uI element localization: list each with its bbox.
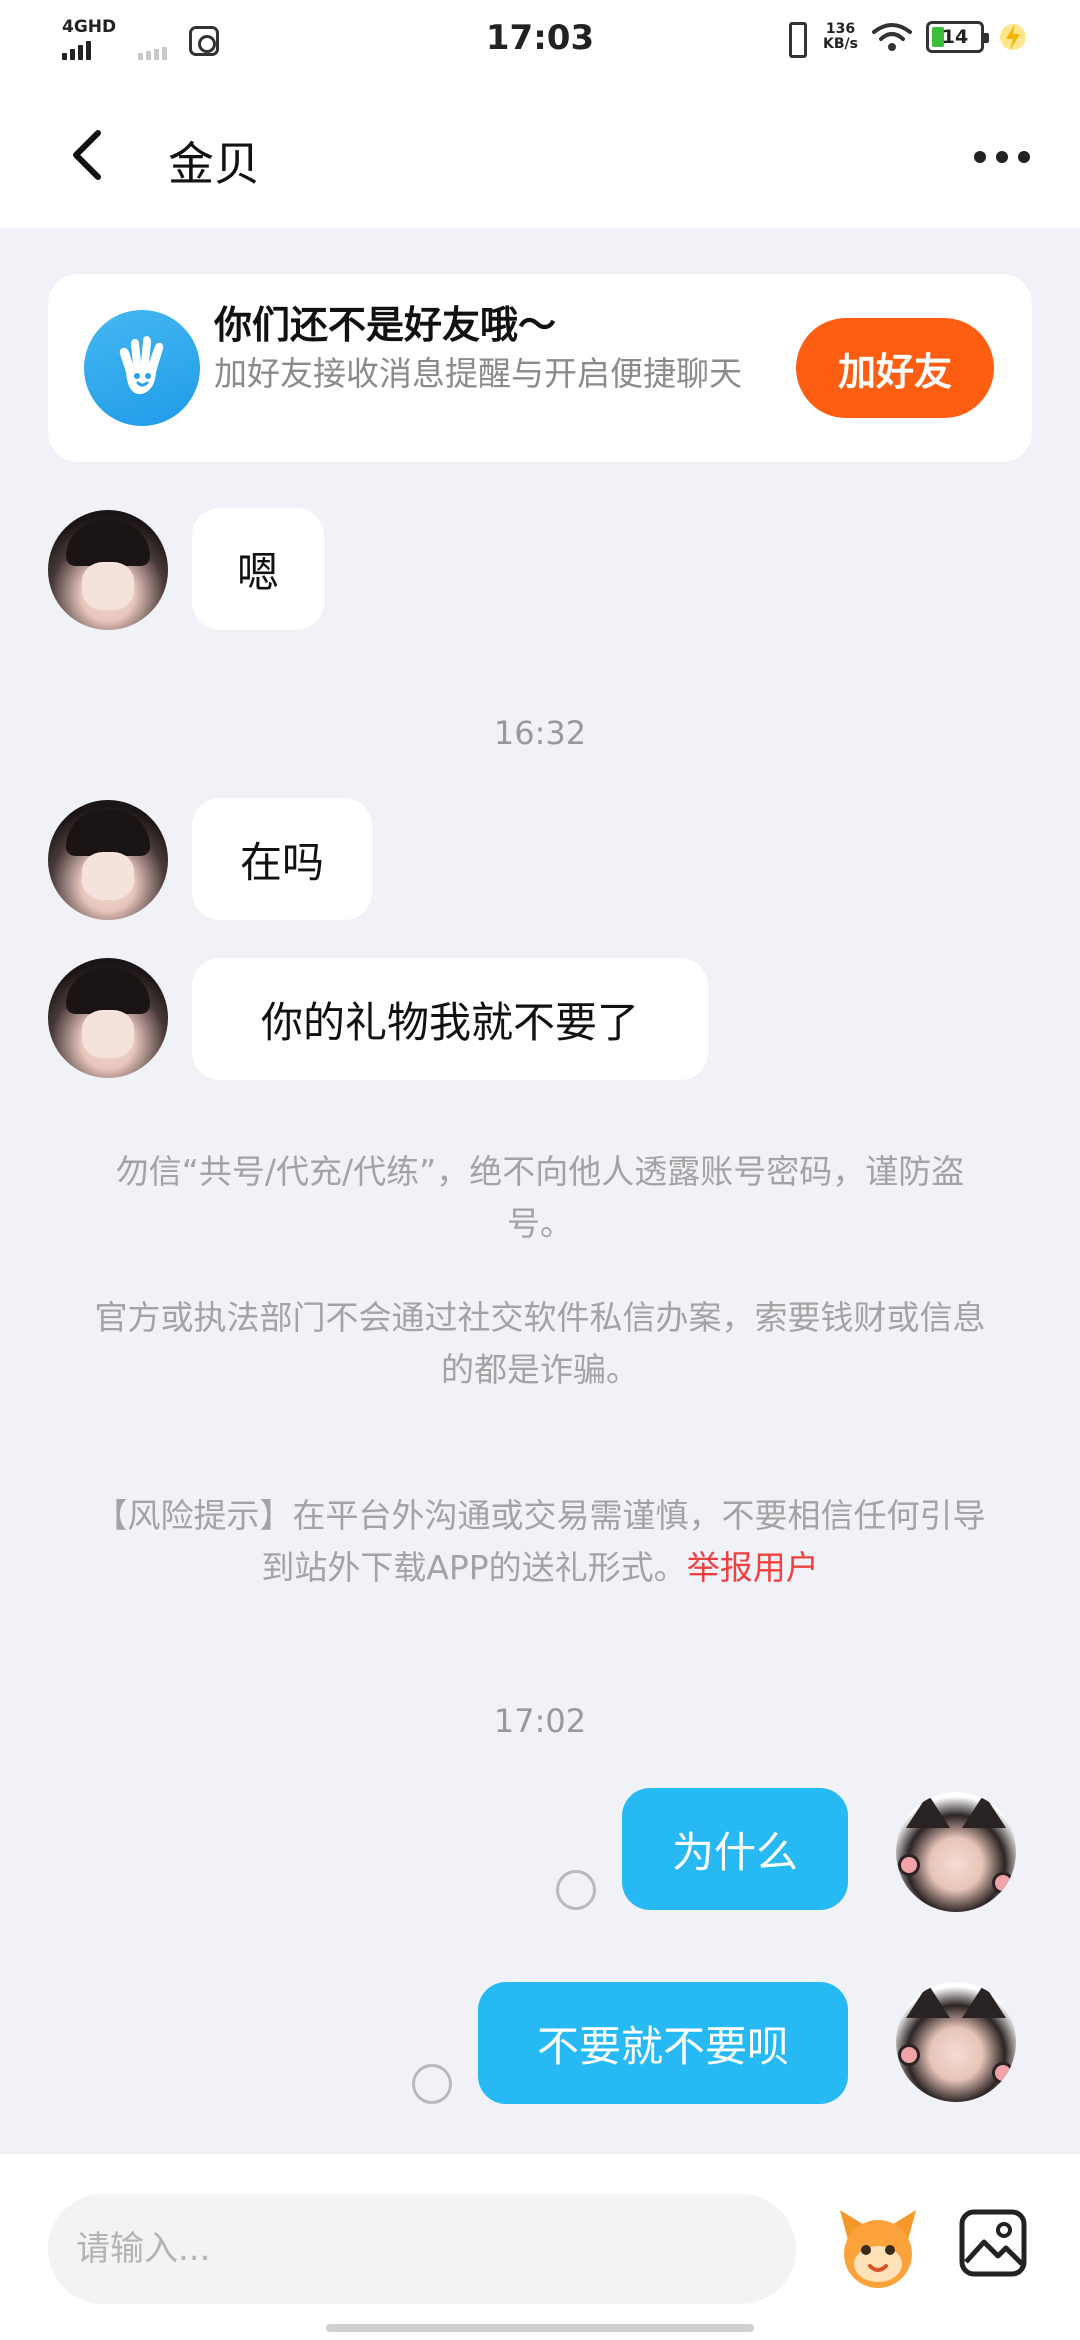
status-bar: 4GHD 17:03 136 KB/s 14	[0, 0, 1080, 82]
paw-decoration	[992, 1872, 1014, 1894]
contact-avatar[interactable]	[48, 800, 168, 920]
friend-banner-subtitle: 加好友接收消息提醒与开启便捷聊天	[214, 354, 742, 393]
message-input[interactable]	[48, 2194, 796, 2304]
friend-banner: 你们还不是好友哦～ 加好友接收消息提醒与开启便捷聊天 加好友	[48, 274, 1032, 462]
my-avatar[interactable]	[896, 1792, 1016, 1912]
paw-decoration	[898, 2044, 920, 2066]
status-right: 136 KB/s 14	[781, 20, 1028, 58]
incoming-message[interactable]: 你的礼物我就不要了	[192, 958, 708, 1080]
paw-decoration	[992, 2062, 1014, 2084]
unread-status-icon	[556, 1870, 596, 1910]
hand-icon	[84, 310, 200, 426]
network-speed: 136 KB/s	[823, 22, 858, 52]
contact-avatar[interactable]	[48, 958, 168, 1078]
battery-icon: 14	[926, 21, 989, 53]
contact-avatar[interactable]	[48, 510, 168, 630]
message-input-bar	[0, 2154, 1080, 2340]
report-user-link[interactable]: 举报用户	[687, 1548, 819, 1587]
back-button[interactable]	[58, 122, 118, 188]
speed-value: 136	[825, 21, 856, 37]
my-avatar[interactable]	[896, 1982, 1016, 2102]
outgoing-message[interactable]: 为什么	[622, 1788, 848, 1910]
safety-notice: 勿信“共号/代充/代练”，绝不向他人透露账号密码，谨防盗号。	[115, 1152, 965, 1243]
risk-notice-text: 【风险提示】在平台外沟通或交易需谨慎，不要相信任何引导到站外下载APP的送礼形式…	[94, 1496, 986, 1587]
page-title: 金贝	[168, 137, 260, 191]
add-friend-button[interactable]: 加好友	[796, 318, 994, 418]
mascot-emoji-icon[interactable]	[830, 2200, 926, 2296]
unread-status-icon	[412, 2064, 452, 2104]
friend-banner-title: 你们还不是好友哦～	[214, 303, 557, 347]
wifi-icon	[872, 23, 912, 51]
charging-icon	[1000, 24, 1026, 50]
more-dots-icon	[974, 151, 986, 163]
incoming-message[interactable]: 嗯	[192, 508, 324, 630]
vibrate-icon	[781, 20, 809, 58]
risk-notice: 【风险提示】在平台外沟通或交易需谨慎，不要相信任何引导到站外下载APP的送礼形式…	[90, 1490, 990, 1594]
safety-notice: 官方或执法部门不会通过社交软件私信办案，索要钱财或信息的都是诈骗。	[94, 1298, 986, 1389]
speed-unit: KB/s	[823, 36, 858, 52]
more-options-button[interactable]	[966, 132, 1038, 182]
incoming-message[interactable]: 在吗	[192, 798, 372, 920]
message-timestamp: 17:02	[493, 1702, 587, 1740]
image-icon[interactable]	[958, 2208, 1028, 2278]
battery-level: 14	[941, 26, 969, 48]
home-indicator[interactable]	[326, 2324, 754, 2332]
paw-decoration	[898, 1854, 920, 1876]
outgoing-message[interactable]: 不要就不要呗	[478, 1982, 848, 2104]
message-timestamp: 16:32	[493, 714, 587, 752]
chat-header: 金贝	[0, 82, 1080, 228]
chevron-left-icon	[73, 130, 101, 180]
